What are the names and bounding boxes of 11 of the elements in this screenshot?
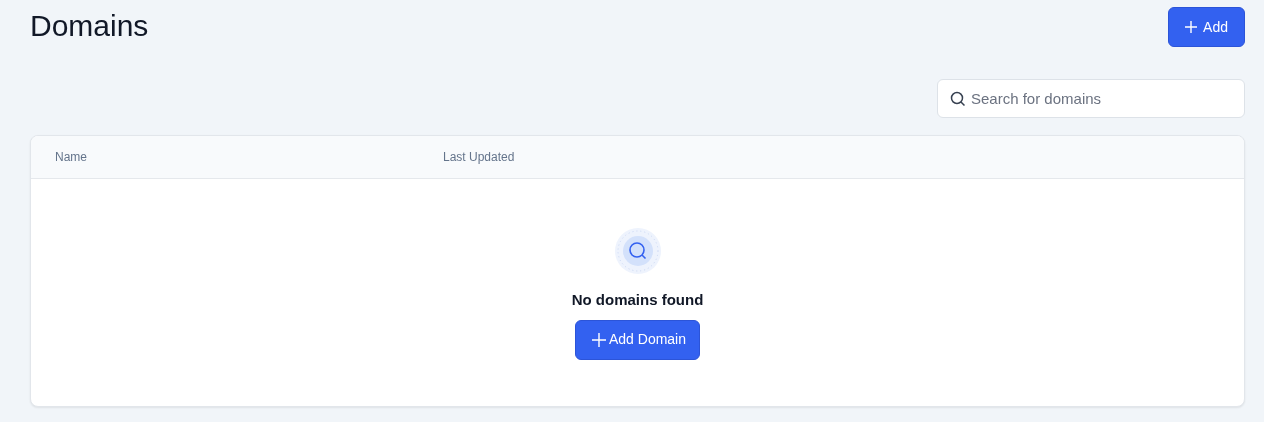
plus-icon xyxy=(1185,21,1198,33)
empty-message: No domains found xyxy=(571,290,704,310)
search-icon xyxy=(950,91,966,107)
column-header: Name xyxy=(55,150,87,164)
add-button[interactable]: Add xyxy=(1168,7,1245,47)
page-title: Domains xyxy=(30,8,149,41)
search-field[interactable]: Search for domains xyxy=(937,79,1245,118)
column-header: Last Updated xyxy=(443,150,515,164)
add-domain-button[interactable]: Add Domain xyxy=(574,319,700,360)
plus-icon xyxy=(591,332,606,347)
search-icon xyxy=(613,227,662,275)
